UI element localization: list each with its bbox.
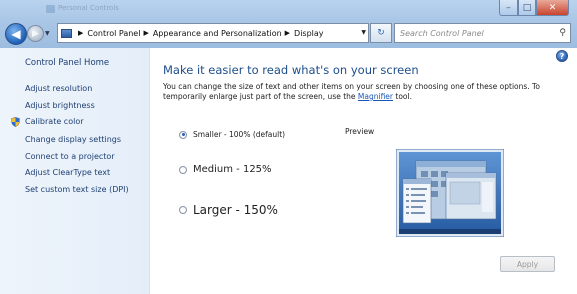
magnifier-link[interactable]: Magnifier — [358, 92, 393, 101]
sidebar-item-control-panel-home[interactable]: Control Panel Home — [25, 58, 109, 68]
address-bar[interactable]: ▶ Control Panel ▶ Appearance and Persona… — [57, 23, 369, 43]
breadcrumb-display[interactable]: Display — [294, 29, 324, 38]
radio-larger[interactable] — [179, 206, 187, 214]
refresh-button[interactable]: ↻ — [370, 23, 392, 43]
page-title: Make it easier to read what's on your sc… — [163, 63, 419, 77]
window-frame: Personal Controls – □ ✕ ◀ ▶ ▼ ▶ Control … — [0, 0, 577, 48]
breadcrumb-separator-icon[interactable]: ▶ — [78, 29, 83, 37]
window-title: Personal Controls — [58, 4, 119, 12]
sidebar-item-change-display-settings[interactable]: Change display settings — [25, 135, 121, 144]
window-app-icon — [46, 5, 55, 13]
search-box[interactable]: ⚲ — [394, 23, 571, 43]
close-button[interactable]: ✕ — [536, 0, 569, 16]
option-medium-label: Medium - 125% — [193, 164, 272, 175]
sidebar-item-adjust-brightness[interactable]: Adjust brightness — [25, 101, 95, 110]
address-dropdown-icon[interactable]: ▼ — [361, 29, 366, 36]
sidebar-item-connect-projector[interactable]: Connect to a projector — [25, 152, 115, 161]
option-larger[interactable]: Larger - 150% — [179, 203, 278, 217]
breadcrumb-appearance[interactable]: Appearance and Personalization — [153, 29, 282, 38]
option-medium[interactable]: Medium - 125% — [179, 164, 272, 175]
sidebar-item-adjust-resolution[interactable]: Adjust resolution — [25, 84, 92, 93]
recent-pages-dropdown[interactable]: ▼ — [45, 30, 50, 37]
breadcrumb-separator-icon[interactable]: ▶ — [143, 29, 148, 37]
search-icon[interactable]: ⚲ — [559, 28, 566, 38]
main-content: ? Make it easier to read what's on your … — [150, 48, 577, 294]
sidebar: Control Panel Home Adjust resolution Adj… — [0, 48, 150, 294]
option-smaller-label: Smaller - 100% (default) — [193, 130, 286, 139]
forward-arrow-icon: ▶ — [32, 28, 39, 39]
shield-icon — [11, 117, 20, 127]
control-panel-icon — [61, 28, 72, 38]
breadcrumb-separator-icon[interactable]: ▶ — [285, 29, 290, 37]
help-icon[interactable]: ? — [556, 50, 568, 62]
refresh-icon: ↻ — [377, 28, 385, 38]
sidebar-item-adjust-cleartype[interactable]: Adjust ClearType text — [25, 168, 110, 177]
breadcrumb-control-panel[interactable]: Control Panel — [87, 29, 140, 38]
minimize-button[interactable]: – — [499, 0, 518, 16]
sidebar-item-calibrate-color[interactable]: Calibrate color — [25, 117, 84, 126]
description-text-end: tool. — [393, 92, 412, 101]
option-smaller[interactable]: Smaller - 100% (default) — [179, 130, 285, 139]
search-input[interactable] — [400, 28, 548, 38]
radio-medium[interactable] — [179, 165, 187, 174]
radio-smaller[interactable] — [179, 130, 187, 139]
preview-image — [396, 149, 504, 237]
maximize-button[interactable]: □ — [518, 0, 536, 16]
page-description: You can change the size of text and othe… — [163, 82, 558, 102]
sidebar-item-custom-text-size[interactable]: Set custom text size (DPI) — [25, 185, 129, 194]
apply-button[interactable]: Apply — [500, 256, 555, 272]
back-button[interactable]: ◀ — [5, 23, 27, 45]
preview-label: Preview — [345, 127, 375, 136]
option-larger-label: Larger - 150% — [193, 203, 278, 217]
description-text: You can change the size of text and othe… — [163, 82, 540, 101]
back-arrow-icon: ◀ — [11, 27, 21, 41]
forward-button[interactable]: ▶ — [27, 25, 44, 42]
